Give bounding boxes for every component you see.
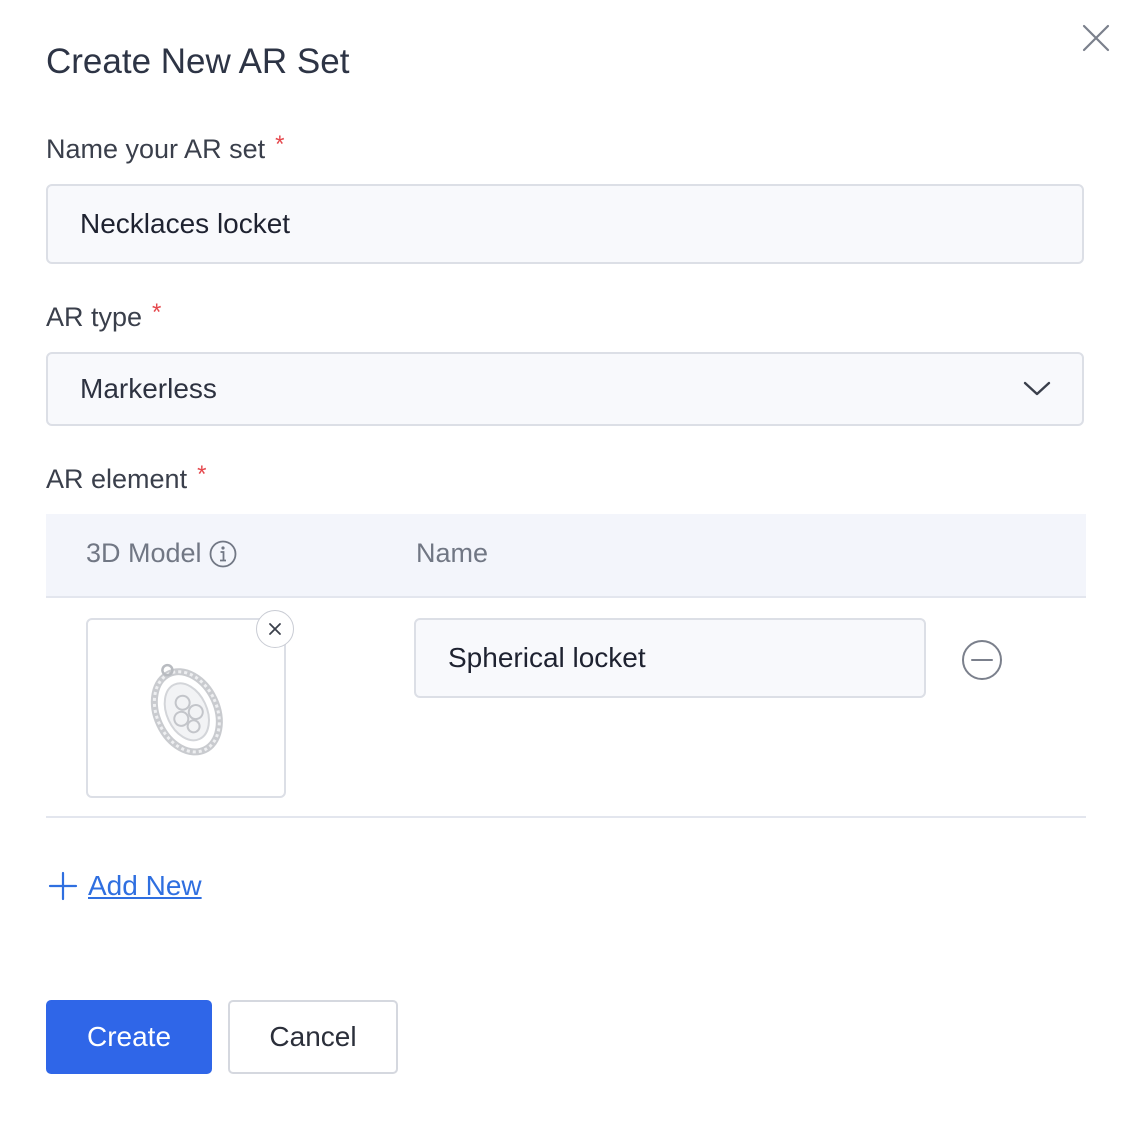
required-marker: * bbox=[197, 461, 207, 488]
column-name: Name bbox=[416, 538, 489, 568]
remove-thumbnail-button[interactable] bbox=[256, 610, 294, 648]
chevron-down-icon bbox=[1022, 373, 1052, 405]
required-marker: * bbox=[152, 299, 162, 326]
close-icon bbox=[267, 621, 283, 637]
ar-element-label: AR element * bbox=[46, 461, 207, 495]
create-button[interactable]: Create bbox=[46, 1000, 212, 1074]
element-name-input[interactable]: Spherical locket bbox=[414, 618, 926, 698]
minus-circle-icon[interactable] bbox=[960, 638, 1004, 682]
info-icon[interactable] bbox=[208, 539, 238, 569]
model-thumbnail[interactable] bbox=[86, 618, 286, 798]
ar-type-value: Markerless bbox=[80, 373, 217, 404]
add-new-link[interactable]: Add New bbox=[48, 870, 202, 902]
name-label-text: Name your AR set bbox=[46, 134, 266, 164]
close-icon[interactable] bbox=[1078, 20, 1114, 56]
ar-element-table: 3D Model Name Spherical locket bbox=[46, 514, 1086, 818]
locket-image bbox=[150, 663, 223, 756]
ar-element-label-text: AR element bbox=[46, 464, 188, 494]
ar-type-label-text: AR type bbox=[46, 302, 143, 332]
dialog-title: Create New AR Set bbox=[46, 42, 350, 81]
cancel-button[interactable]: Cancel bbox=[228, 1000, 398, 1074]
ar-type-label: AR type * bbox=[46, 299, 162, 333]
name-label: Name your AR set * bbox=[46, 131, 285, 165]
required-marker: * bbox=[275, 131, 285, 158]
table-header: 3D Model Name bbox=[46, 514, 1086, 598]
ar-set-name-input[interactable]: Necklaces locket bbox=[46, 184, 1084, 264]
add-new-label: Add New bbox=[88, 870, 202, 901]
element-name-value: Spherical locket bbox=[448, 642, 646, 673]
create-ar-set-dialog: Create New AR Set Name your AR set * Neck… bbox=[0, 0, 1130, 1122]
plus-icon bbox=[48, 871, 78, 901]
column-3d-model-label: 3D Model bbox=[86, 538, 202, 568]
table-row: Spherical locket bbox=[46, 598, 1086, 818]
ar-type-select[interactable]: Markerless bbox=[46, 352, 1084, 426]
ar-set-name-value: Necklaces locket bbox=[80, 208, 291, 239]
column-3d-model: 3D Model bbox=[86, 538, 238, 569]
